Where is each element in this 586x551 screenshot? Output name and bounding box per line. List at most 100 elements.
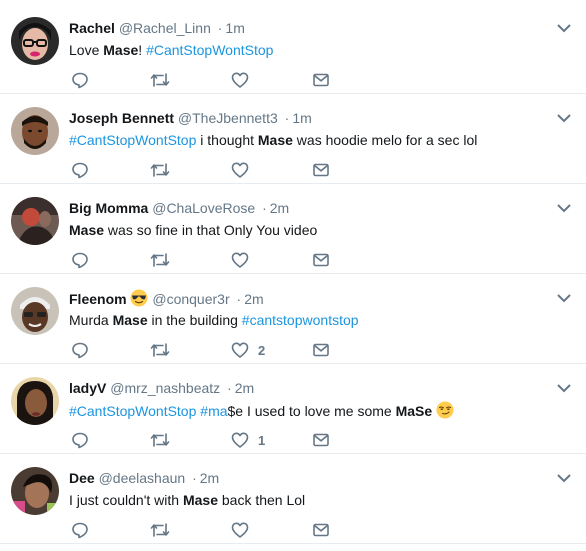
tweet-header: Dee @deelashaun · 2m <box>69 469 219 487</box>
user-name[interactable]: ladyV <box>69 380 106 396</box>
avatar[interactable] <box>11 377 59 425</box>
text-fragment: Love <box>69 42 104 58</box>
tweet-item[interactable]: Fleenom @conquer3r · 2m Murda Mase in the… <box>0 275 586 364</box>
tweet-item[interactable]: Big Momma @ChaLoveRose · 2m Mase was so f… <box>0 185 586 274</box>
tweet-header: Fleenom @conquer3r · 2m <box>69 289 264 311</box>
like-icon <box>231 431 249 449</box>
direct-message-button[interactable] <box>312 70 330 90</box>
direct-message-button[interactable] <box>312 250 330 270</box>
tweet-header: ladyV @mrz_nashbeatz · 2m <box>69 379 254 397</box>
like-button[interactable]: 1 <box>231 430 265 450</box>
user-name[interactable]: Joseph Bennett <box>69 110 174 126</box>
retweet-icon <box>150 71 170 89</box>
tweet-text: Murda Mase in the building #cantstopwont… <box>69 311 359 329</box>
like-button[interactable] <box>231 250 258 270</box>
direct-message-button[interactable] <box>312 160 330 180</box>
text-fragment: was so fine in that Only You video <box>104 222 318 238</box>
chevron-down-icon[interactable] <box>556 111 572 123</box>
retweet-icon <box>150 431 170 449</box>
avatar[interactable] <box>11 467 59 515</box>
tweet-actions <box>71 70 371 90</box>
reply-button[interactable] <box>71 520 89 540</box>
like-count: 2 <box>258 342 266 358</box>
direct-message-button[interactable] <box>312 520 330 540</box>
chevron-down-icon[interactable] <box>556 381 572 393</box>
reply-icon <box>71 341 89 359</box>
like-icon <box>231 341 249 359</box>
text-fragment: i thought <box>196 132 258 148</box>
like-button[interactable]: 2 <box>231 340 265 360</box>
text-fragment: I just couldn't with <box>69 492 183 508</box>
user-name[interactable]: Fleenom <box>69 291 127 307</box>
chevron-down-icon[interactable] <box>556 291 572 303</box>
chevron-down-icon[interactable] <box>556 21 572 33</box>
like-button[interactable] <box>231 70 258 90</box>
reply-icon <box>71 521 89 539</box>
user-handle[interactable]: @conquer3r <box>152 291 229 307</box>
timestamp[interactable]: 2m <box>235 380 254 396</box>
like-icon <box>231 161 249 179</box>
separator-dot: · <box>227 380 232 396</box>
reply-button[interactable] <box>71 160 89 180</box>
direct-message-button[interactable] <box>312 340 330 360</box>
retweet-button[interactable] <box>150 160 170 180</box>
tweet-item[interactable]: Rachel @Rachel_Linn · 1m Love Mase! #Cant… <box>0 5 586 94</box>
separator-dot: · <box>217 20 223 36</box>
avatar[interactable] <box>11 287 59 335</box>
timestamp[interactable]: 1m <box>292 110 311 126</box>
highlighted-keyword: Mase <box>257 132 293 148</box>
user-handle[interactable]: @mrz_nashbeatz <box>110 380 220 396</box>
user-handle[interactable]: @ChaLoveRose <box>152 200 255 216</box>
hashtag-link[interactable]: #ma <box>200 403 227 419</box>
retweet-button[interactable] <box>150 70 170 90</box>
reply-icon <box>71 251 89 269</box>
retweet-button[interactable] <box>150 520 170 540</box>
avatar[interactable] <box>11 197 59 245</box>
reply-button[interactable] <box>71 340 89 360</box>
tweet-text: Love Mase! #CantStopWontStop <box>69 41 273 59</box>
timestamp[interactable]: 2m <box>244 291 263 307</box>
hashtag-link[interactable]: #CantStopWontStop <box>69 132 196 148</box>
user-handle[interactable]: @Rachel_Linn <box>119 20 211 36</box>
reply-icon <box>71 161 89 179</box>
tweet-text: #CantStopWontStop #ma$e I used to love m… <box>69 401 454 423</box>
retweet-button[interactable] <box>150 250 170 270</box>
chevron-down-icon[interactable] <box>556 201 572 213</box>
timestamp[interactable]: 2m <box>270 200 289 216</box>
retweet-button[interactable] <box>150 340 170 360</box>
reply-button[interactable] <box>71 430 89 450</box>
hashtag-link[interactable]: #CantStopWontStop <box>146 42 273 58</box>
separator-dot: · <box>236 291 242 307</box>
highlighted-keyword: Mase <box>69 222 105 238</box>
retweet-button[interactable] <box>150 430 170 450</box>
like-button[interactable] <box>231 520 258 540</box>
reply-button[interactable] <box>71 250 89 270</box>
like-button[interactable] <box>231 160 258 180</box>
highlighted-keyword: MaSe <box>395 403 433 419</box>
user-name[interactable]: Big Momma <box>69 200 148 216</box>
direct-message-icon <box>312 431 330 449</box>
hashtag-link[interactable]: #cantstopwontstop <box>242 312 359 328</box>
direct-message-icon <box>312 251 330 269</box>
tweet-item[interactable]: Dee @deelashaun · 2m I just couldn't with… <box>0 455 586 544</box>
user-name[interactable]: Rachel <box>69 20 115 36</box>
user-name[interactable]: Dee <box>69 470 95 486</box>
reply-button[interactable] <box>71 70 89 90</box>
tweet-item[interactable]: ladyV @mrz_nashbeatz · 2m #CantStopWontSt… <box>0 365 586 454</box>
tweet-text: #CantStopWontStop i thought Mase was hoo… <box>69 131 477 149</box>
chevron-down-icon[interactable] <box>556 471 572 483</box>
tweet-item[interactable]: Joseph Bennett @TheJbennett3 · 1m #CantSt… <box>0 95 586 184</box>
like-icon <box>231 71 249 89</box>
direct-message-icon <box>312 521 330 539</box>
retweet-icon <box>150 521 170 539</box>
user-handle[interactable]: @TheJbennett3 <box>178 110 278 126</box>
user-handle[interactable]: @deelashaun <box>99 470 186 486</box>
timestamp[interactable]: 1m <box>225 20 244 36</box>
retweet-icon <box>150 341 170 359</box>
direct-message-button[interactable] <box>312 430 330 450</box>
avatar[interactable] <box>11 17 59 65</box>
timestamp[interactable]: 2m <box>200 470 219 486</box>
hashtag-link[interactable]: #CantStopWontStop <box>69 403 196 419</box>
avatar[interactable] <box>11 107 59 155</box>
like-count: 1 <box>258 432 266 448</box>
